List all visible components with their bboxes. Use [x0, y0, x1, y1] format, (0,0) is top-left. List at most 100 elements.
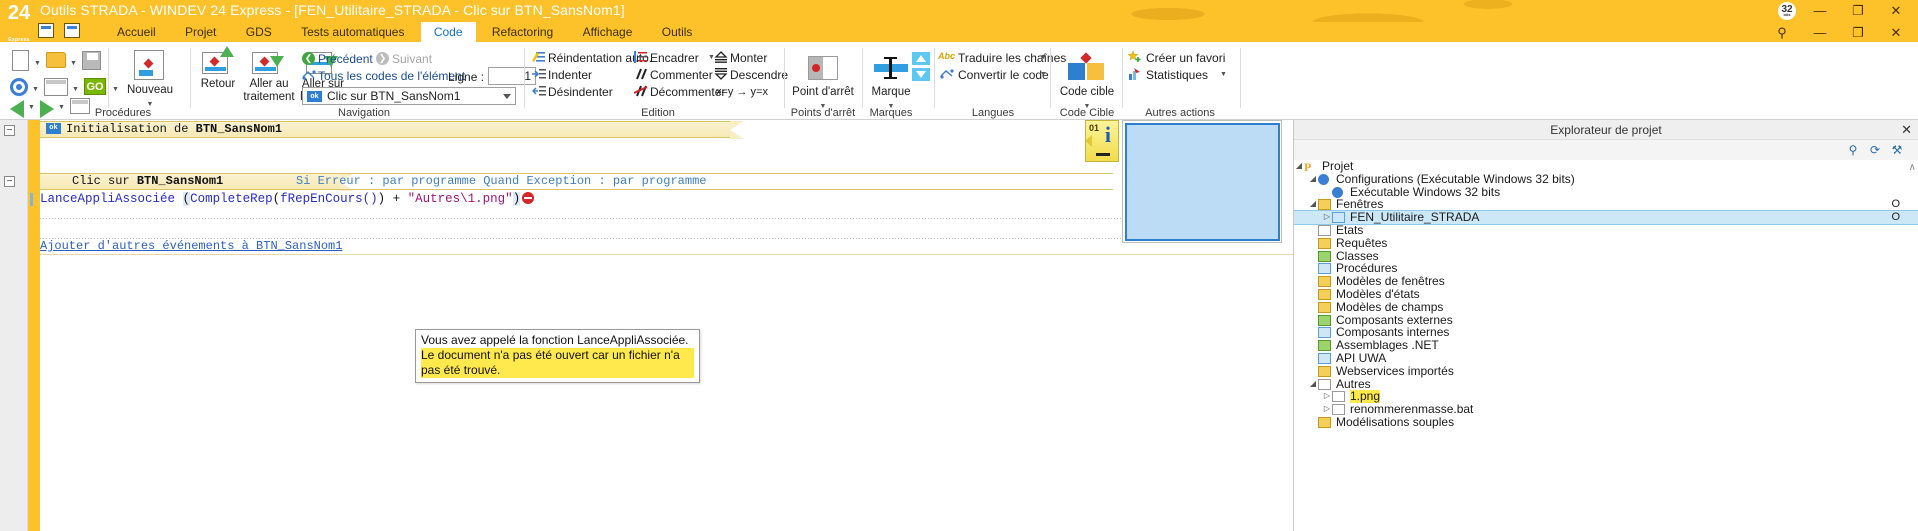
refresh-icon[interactable]: ⟳: [1866, 142, 1884, 158]
gear-caret-icon[interactable]: ▼: [32, 86, 39, 93]
tree-twisty-icon[interactable]: ◢: [1294, 160, 1304, 173]
tab-projet[interactable]: Projet: [172, 22, 229, 42]
tree-node[interactable]: Assemblages .NET: [1294, 339, 1918, 352]
marque-prev-icon[interactable]: [912, 52, 930, 65]
tree-twisty-icon[interactable]: ▷: [1322, 390, 1332, 403]
window-close-button[interactable]: ✕: [1878, 0, 1914, 22]
tree-node-status-icon[interactable]: O: [1891, 198, 1900, 211]
add-events-link[interactable]: Ajouter d'autres événements à BTN_SansNo…: [40, 239, 342, 253]
tree-node-selected[interactable]: ▷ FEN_Utilitaire_STRADA O: [1294, 210, 1918, 225]
code-cible-icon[interactable]: [1068, 52, 1104, 80]
code-line-1[interactable]: LanceAppliAssociée (CompleteRep(fRepEnCo…: [40, 192, 535, 206]
doc-minimize-button[interactable]: —: [1802, 22, 1838, 44]
tree-node-status-icon[interactable]: O: [1891, 211, 1900, 224]
convertir-caret-icon[interactable]: ▼: [1040, 71, 1047, 78]
new-document-caret-icon[interactable]: ▼: [34, 60, 41, 67]
nouveau-button[interactable]: Nouveau ▼: [114, 84, 186, 109]
traduire-caret-icon[interactable]: ▼: [1040, 54, 1047, 61]
tab-affichage[interactable]: Affichage: [570, 22, 646, 42]
project-explorer-close-icon[interactable]: ✕: [1901, 121, 1912, 139]
ribbon-search-icon[interactable]: ⚲: [1764, 22, 1800, 44]
tree-node-label: FEN_Utilitaire_STRADA: [1350, 210, 1480, 225]
tab-outils[interactable]: Outils: [649, 22, 706, 42]
convertir-label[interactable]: Convertir le code: [958, 68, 1049, 82]
collapse-toggle-initialisation[interactable]: −: [4, 125, 15, 136]
tab-refactoring[interactable]: Refactoring: [479, 22, 566, 42]
element-combo-caret-icon[interactable]: [503, 94, 511, 99]
window-minimize-button[interactable]: —: [1802, 0, 1838, 22]
redo-caret-icon[interactable]: ▼: [58, 104, 65, 111]
info-marker-panel[interactable]: 01 i: [1085, 120, 1119, 162]
marque-next-icon[interactable]: [912, 68, 930, 81]
precedent-icon-circ[interactable]: ❮: [302, 52, 315, 65]
tab-tests-automatiques[interactable]: Tests automatiques: [288, 22, 417, 42]
tree-twisty-icon[interactable]: ◢: [1308, 198, 1318, 211]
desindenter-label[interactable]: Désindenter: [548, 85, 613, 99]
aller-au-traitement-button[interactable]: Aller au traitement: [238, 78, 300, 104]
precedent-label[interactable]: Précédent: [318, 52, 373, 66]
test-window-caret-icon[interactable]: ▼: [72, 86, 79, 93]
qat-table-icon[interactable]: [38, 23, 54, 39]
project-tree[interactable]: ∧ ◢ P Projet ◢ Configurations (Exécutable Wi…: [1294, 160, 1918, 531]
ribbon-separator-7: [1050, 48, 1051, 108]
code-minimap[interactable]: [1122, 120, 1282, 243]
tree-node[interactable]: Modèles de champs: [1294, 300, 1918, 314]
element-combo[interactable]: ok Clic sur BTN_SansNom1: [302, 87, 516, 105]
indenter-label[interactable]: Indenter: [548, 68, 592, 82]
nouveau-icon[interactable]: [134, 50, 164, 80]
tree-twisty-icon[interactable]: ◢: [1308, 378, 1318, 391]
open-folder-caret-icon[interactable]: ▼: [70, 60, 77, 67]
tree-node[interactable]: API UWA: [1294, 352, 1918, 365]
tree-node[interactable]: Etats: [1294, 224, 1918, 237]
save-icon[interactable]: [82, 51, 101, 70]
tous-les-codes-label[interactable]: Tous les codes de l'élément: [318, 69, 465, 83]
qat-list-icon[interactable]: [64, 23, 81, 39]
statistiques-label[interactable]: Statistiques: [1146, 68, 1208, 82]
redo-icon[interactable]: [40, 100, 54, 118]
tab-code[interactable]: Code: [420, 22, 476, 42]
search-icon[interactable]: ⚲: [1844, 142, 1862, 158]
tree-twisty-icon[interactable]: ▷: [1322, 403, 1332, 416]
doc-restore-button[interactable]: ❐: [1840, 22, 1876, 44]
tree-node[interactable]: Modélisations souples: [1294, 416, 1918, 429]
decommenter-label[interactable]: Décommenter: [650, 85, 725, 99]
doc-close-button[interactable]: ✕: [1878, 22, 1914, 44]
collapse-toggle-clic[interactable]: −: [4, 176, 15, 187]
monter-label[interactable]: Monter: [730, 51, 767, 65]
undo-caret-icon[interactable]: ▼: [28, 104, 35, 111]
tree-twisty-icon[interactable]: ◢: [1308, 173, 1318, 186]
go-icon[interactable]: GO: [84, 78, 106, 95]
tree-node[interactable]: Exécutable Windows 32 bits: [1294, 185, 1918, 199]
tree-node-label: Requêtes: [1336, 235, 1388, 250]
tree-twisty-icon[interactable]: ▷: [1322, 211, 1332, 224]
marque-icon[interactable]: [874, 56, 908, 80]
tree-node[interactable]: Requêtes: [1294, 235, 1918, 250]
tab-accueil[interactable]: Accueil: [104, 22, 169, 42]
info-marker-bar-icon: [1096, 153, 1110, 156]
breakpoint-icon[interactable]: [808, 56, 838, 80]
error-marker-icon[interactable]: [522, 192, 535, 204]
open-folder-icon[interactable]: [46, 52, 66, 68]
code-inner-open: (: [272, 192, 281, 206]
tree-node[interactable]: ◢ Autres: [1294, 377, 1918, 391]
tools-icon[interactable]: ⚒: [1888, 142, 1906, 158]
tree-node[interactable]: Modèles d'états: [1294, 288, 1918, 301]
statistiques-caret-icon[interactable]: ▼: [1220, 71, 1227, 78]
code-editor[interactable]: − ok Initialisation de BTN_SansNom1 − Cli…: [0, 120, 1294, 531]
gear-icon[interactable]: [10, 78, 28, 96]
window-maximize-button[interactable]: ❐: [1840, 0, 1876, 22]
commenter-label[interactable]: Commenter: [650, 68, 713, 82]
tree-node[interactable]: ◢ Configurations (Exécutable Windows 32 b…: [1294, 172, 1918, 186]
tab-gds[interactable]: GDS: [233, 22, 285, 42]
nouveau-caret-icon[interactable]: ▼: [147, 101, 154, 108]
undo-icon[interactable]: [10, 100, 24, 118]
tree-node[interactable]: Webservices importés: [1294, 364, 1918, 378]
new-document-icon[interactable]: [12, 50, 29, 71]
encadrer-label[interactable]: Encadrer: [650, 51, 699, 65]
test-window-icon[interactable]: [44, 78, 68, 96]
minimap-viewport-selection[interactable]: [1125, 123, 1280, 241]
tree-node[interactable]: ◢ P Projet: [1294, 160, 1918, 173]
creer-favori-label[interactable]: Créer un favori: [1146, 51, 1225, 65]
descendre-label[interactable]: Descendre: [730, 68, 788, 82]
swap-label[interactable]: x=y → y=x: [716, 86, 768, 98]
